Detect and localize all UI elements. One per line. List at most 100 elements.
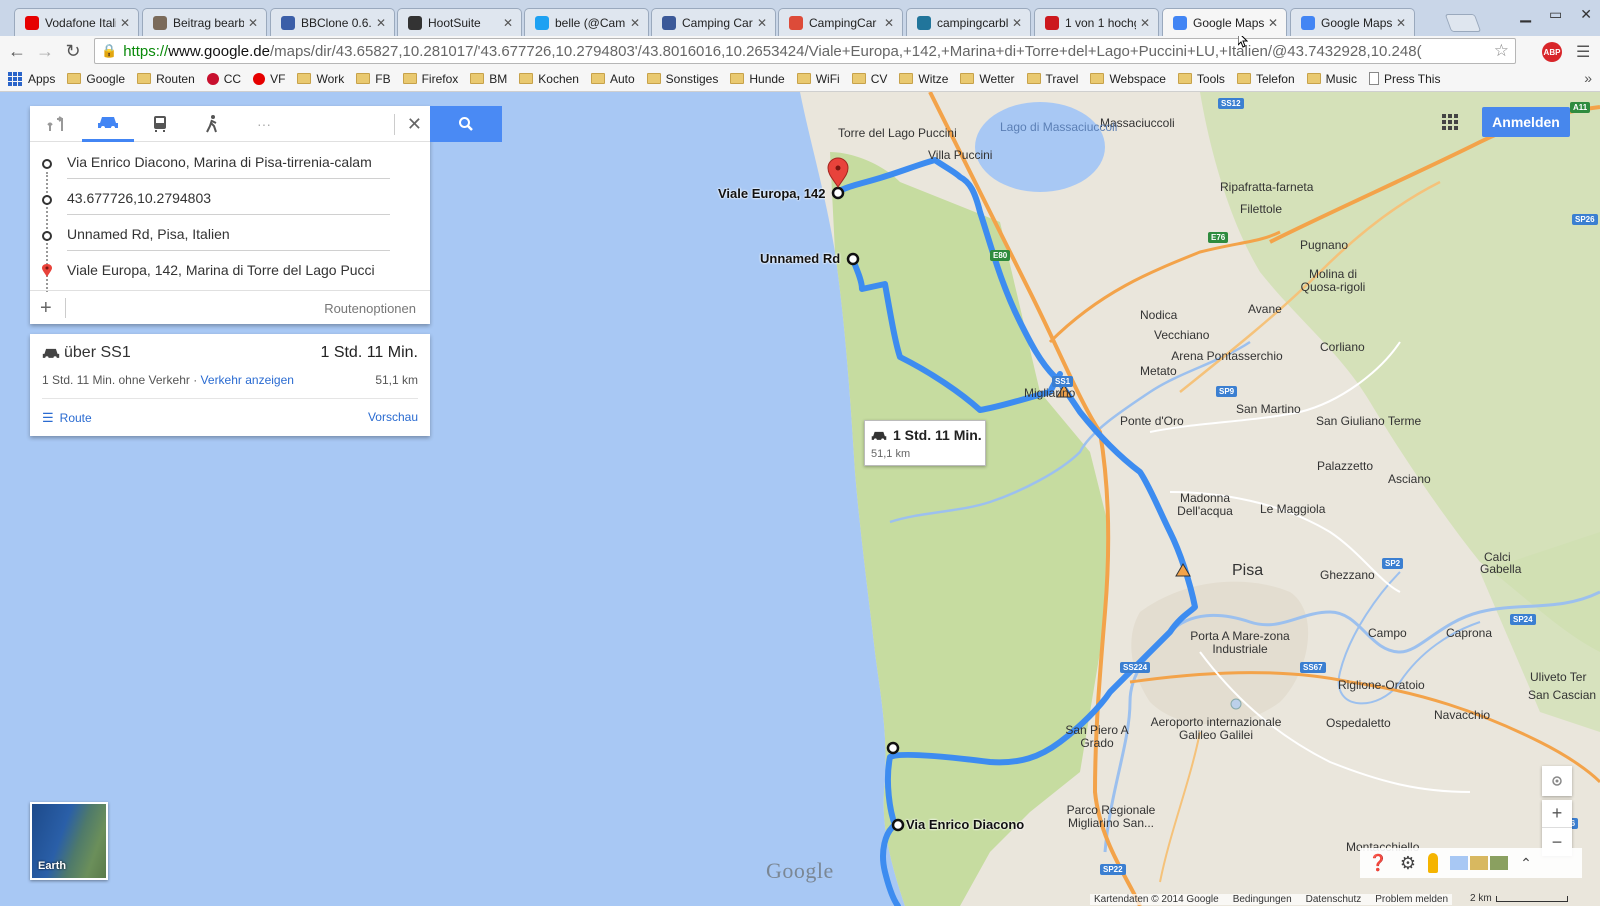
bookmark-tools[interactable]: Tools [1177, 72, 1225, 86]
earth-view-toggle[interactable]: Earth [30, 802, 108, 880]
bookmark-wetter[interactable]: Wetter [960, 72, 1015, 86]
footer-privacy-link[interactable]: Datenschutz [1306, 894, 1362, 905]
road-shield: SS67 [1300, 662, 1326, 673]
bookmark-music[interactable]: Music [1306, 72, 1357, 86]
help-icon[interactable]: ❓ [1368, 853, 1388, 873]
tab-close-icon[interactable]: ✕ [1140, 16, 1150, 30]
browser-tab[interactable]: belle (@Camp ✕ [524, 8, 649, 36]
bookmark-webspace[interactable]: Webspace [1090, 72, 1166, 86]
stop-waypoint-1-input[interactable]: 43.677726,10.2794803 [67, 190, 390, 215]
bookmark-apps[interactable]: Apps [8, 71, 55, 86]
divider [42, 398, 418, 399]
route-options-link[interactable]: Routenoptionen [324, 301, 416, 316]
new-tab-button[interactable] [1444, 14, 1482, 32]
browser-tab[interactable]: Camping Car ✕ [651, 8, 776, 36]
imagery-thumbnails-icon[interactable] [1450, 856, 1509, 870]
bookmark-vf[interactable]: VF [253, 72, 285, 86]
sign-in-button[interactable]: Anmelden [1482, 107, 1570, 137]
bookmark-wifi[interactable]: WiFi [796, 72, 840, 86]
bookmark-telefon[interactable]: Telefon [1236, 72, 1295, 86]
tab-close-icon[interactable]: ✕ [757, 16, 767, 30]
stop-waypoint-2[interactable]: Unnamed Rd, Pisa, Italien [30, 218, 430, 254]
footer-report-link[interactable]: Problem melden [1375, 894, 1448, 905]
close-window-icon[interactable]: ✕ [1580, 6, 1592, 23]
walk-mode-icon[interactable] [186, 106, 238, 142]
stop-waypoint-1[interactable]: 43.677726,10.2794803 [30, 182, 430, 218]
bookmark-work[interactable]: Work [297, 72, 344, 86]
browser-tab[interactable]: Beitrag bearbe ✕ [142, 8, 267, 36]
tab-close-icon[interactable]: ✕ [120, 16, 130, 30]
folder-icon [1306, 73, 1321, 84]
my-location-button[interactable] [1542, 766, 1572, 796]
back-icon[interactable]: ← [6, 40, 28, 62]
stop-origin-input[interactable]: Via Enrico Diacono, Marina di Pisa-tirre… [67, 154, 390, 179]
best-mode-icon[interactable] [30, 106, 82, 142]
bookmark-sonstiges[interactable]: Sonstiges [646, 72, 718, 86]
destination-marker-label[interactable]: Viale Europa, 142 [718, 186, 825, 201]
origin-marker-label[interactable]: Via Enrico Diacono [906, 817, 1024, 832]
adblock-icon[interactable]: ABP [1542, 42, 1562, 62]
bookmark-label: CC [223, 71, 242, 86]
browser-tab[interactable]: Google Maps ✕ [1162, 8, 1287, 36]
more-modes-icon[interactable]: ··· [238, 106, 290, 142]
bookmark-hunde[interactable]: Hunde [730, 72, 785, 86]
tab-close-icon[interactable]: ✕ [1396, 16, 1406, 30]
browser-tab[interactable]: Google Maps ✕ [1290, 8, 1415, 36]
bookmark-auto[interactable]: Auto [590, 72, 635, 86]
route-details-link[interactable]: ☰ Route [42, 410, 92, 426]
zoom-in-button[interactable]: + [1542, 800, 1572, 828]
maximize-icon[interactable]: ▭ [1549, 6, 1562, 23]
preview-link[interactable]: Vorschau [368, 410, 418, 424]
tab-close-icon[interactable]: ✕ [630, 16, 640, 30]
stop-destination[interactable]: Viale Europa, 142, Marina di Torre del L… [30, 254, 430, 290]
settings-icon[interactable]: ⚙ [1400, 853, 1416, 874]
close-directions-icon[interactable]: ✕ [393, 114, 422, 135]
bookmark-routen[interactable]: Routen [137, 72, 195, 86]
browser-tab[interactable]: CampingCar - ✕ [778, 8, 903, 36]
waypoint-marker-label[interactable]: Unnamed Rd [760, 251, 840, 266]
search-button[interactable] [430, 106, 502, 142]
bookmark-cv[interactable]: CV [851, 72, 887, 86]
transit-mode-icon[interactable] [134, 106, 186, 142]
tab-close-icon[interactable]: ✕ [503, 16, 513, 30]
route-info-bubble[interactable]: 1 Std. 11 Min. 51,1 km [864, 420, 986, 466]
car-mode-icon[interactable] [82, 106, 134, 142]
apps-grid-icon[interactable] [1442, 114, 1458, 130]
bookmark-kochen[interactable]: Kochen [519, 72, 579, 86]
bookmark-cc[interactable]: CC [206, 71, 242, 86]
browser-tab[interactable]: 1 von 1 hochg ✕ [1034, 8, 1159, 36]
footer-terms-link[interactable]: Bedingungen [1233, 894, 1292, 905]
tab-close-icon[interactable]: ✕ [1012, 16, 1022, 30]
browser-tab[interactable]: BBClone 0.6.1 ✕ [270, 8, 395, 36]
expand-icon[interactable]: ⌃ [1520, 855, 1532, 872]
bookmark-google[interactable]: Google [67, 72, 125, 86]
reload-icon[interactable]: ↻ [62, 40, 84, 62]
pegman-icon[interactable] [1428, 853, 1439, 873]
stop-waypoint-2-input[interactable]: Unnamed Rd, Pisa, Italien [67, 226, 390, 251]
address-bar[interactable]: 🔒 https://www.google.de/maps/dir/43.6582… [94, 38, 1516, 64]
tab-close-icon[interactable]: ✕ [884, 16, 894, 30]
show-traffic-link[interactable]: Verkehr anzeigen [201, 373, 294, 387]
bookmark-travel[interactable]: Travel [1026, 72, 1078, 86]
bookmark-witze[interactable]: Witze [899, 72, 948, 86]
add-destination-icon[interactable]: + [40, 297, 52, 320]
browser-tab[interactable]: Vodafone Itali ✕ [14, 8, 139, 36]
minimize-icon[interactable]: ▁ [1520, 6, 1531, 23]
stop-origin[interactable]: Via Enrico Diacono, Marina di Pisa-tirre… [30, 146, 430, 182]
bookmark-press-this[interactable]: Press This [1368, 72, 1440, 86]
browser-tab[interactable]: HootSuite ✕ [397, 8, 522, 36]
more-bookmarks-icon[interactable]: » [1584, 70, 1592, 86]
tab-close-icon[interactable]: ✕ [248, 16, 258, 30]
bookmark-bm[interactable]: BM [470, 72, 507, 86]
stop-destination-input[interactable]: Viale Europa, 142, Marina di Torre del L… [67, 262, 390, 286]
menu-icon[interactable]: ☰ [1576, 42, 1590, 62]
browser-tab[interactable]: campingcarbl ✕ [906, 8, 1031, 36]
bookmark-fb[interactable]: FB [356, 72, 391, 86]
forward-icon[interactable]: → [34, 40, 56, 62]
route-summary-card[interactable]: über SS1 1 Std. 11 Min. 1 Std. 11 Min. o… [30, 334, 430, 436]
bookmark-firefox[interactable]: Firefox [402, 72, 458, 86]
bookmark-star-icon[interactable]: ☆ [1494, 41, 1509, 61]
tab-close-icon[interactable]: ✕ [376, 16, 386, 30]
tab-close-icon[interactable]: ✕ [1268, 16, 1278, 30]
tab-title: Google Maps [1193, 15, 1264, 30]
